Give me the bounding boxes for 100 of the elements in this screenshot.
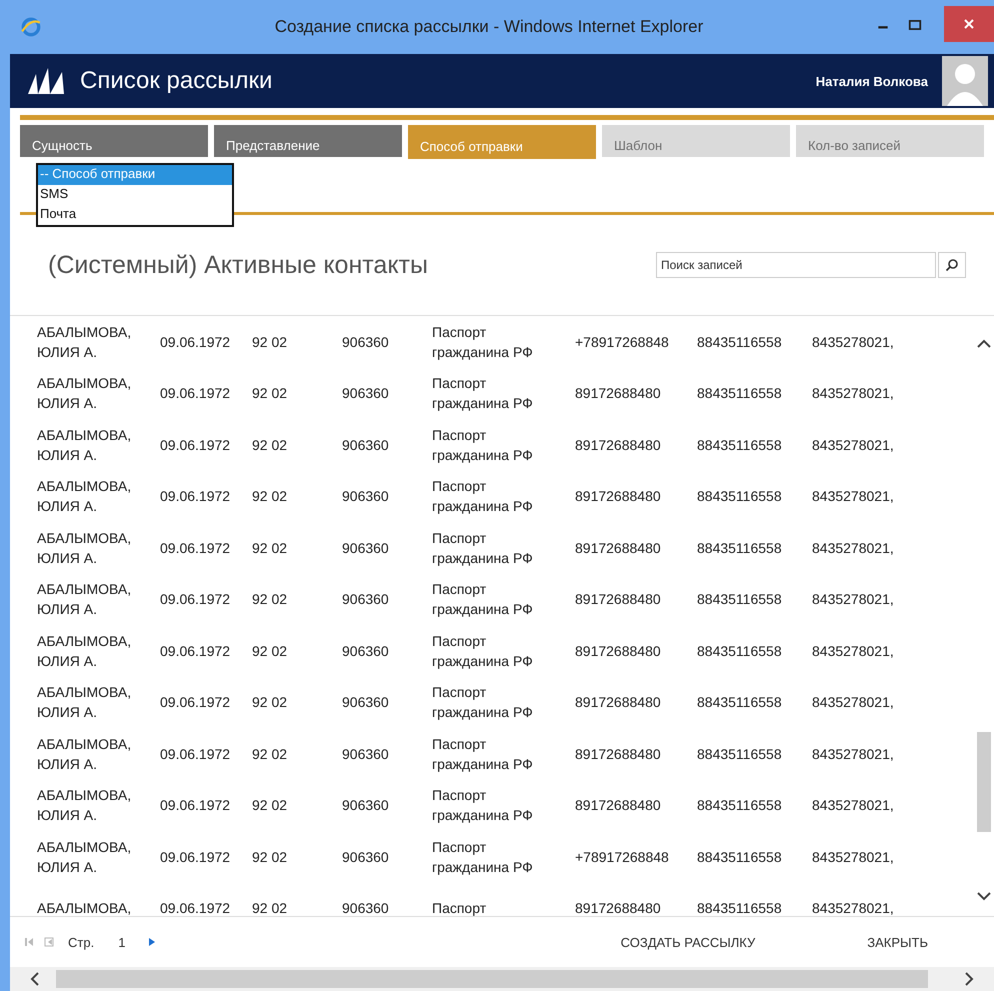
dropdown-list[interactable]: -- Способ отправки SMS Почта (36, 163, 234, 227)
table-cell-text: 88435116558 (697, 642, 783, 659)
table-cell-text: 09.06.1972 (160, 334, 232, 350)
table-cell-text: 89172688480 (575, 385, 662, 402)
table-cell-text: АБАЛЫМОВА, ЮЛИЯ А. (37, 786, 132, 826)
table-cell-text: 09.06.1972 (160, 797, 232, 814)
table-cell-text: 906360 (342, 694, 390, 710)
table-cell-text: Паспорт гражданина РФ (432, 734, 534, 774)
table-cell-text: Паспорт гражданина РФ (432, 683, 534, 722)
table-cell-text: 88435116558 (697, 900, 783, 916)
table-cell-text: 906360 (342, 334, 390, 350)
table-cell-text: 09.06.1972 (160, 848, 232, 865)
wizard-tab[interactable]: Представление (214, 125, 402, 157)
table-cell-text: АБАЛЫМОВА, (37, 899, 132, 916)
browser-icon (20, 16, 42, 38)
window-title: Создание списка рассылки - Windows Internet Explorer (274, 17, 704, 37)
table-cell-text: 89172688480 (575, 642, 662, 659)
table-cell-text: 92 02 (252, 334, 288, 350)
table-cell-text: 88435116558 (697, 334, 783, 350)
table-cell-text: 8435278021, (812, 746, 895, 762)
action-link[interactable]: СОЗДАТЬ РАССЫЛКУ (614, 934, 762, 950)
search-field[interactable]: Поиск записей (656, 252, 936, 278)
table-cell-text: АБАЛЫМОВА, ЮЛИЯ А. (37, 838, 132, 877)
scroll-up-icon[interactable] (977, 338, 991, 348)
scroll-thumb[interactable] (56, 970, 928, 988)
table-cell-text: 92 02 (252, 385, 288, 402)
table-cell-text: АБАЛЫМОВА, ЮЛИЯ А. (37, 580, 132, 620)
table-cell-text: 906360 (342, 385, 390, 402)
table-cell-text: 09.06.1972 (160, 385, 232, 402)
dropdown-option[interactable]: Почта (38, 205, 232, 225)
table-cell-text: 88435116558 (697, 746, 783, 762)
table-cell-text: 88435116558 (697, 591, 783, 608)
table-cell-text: 89172688480 (575, 900, 662, 916)
dropdown-option[interactable]: SMS (38, 185, 232, 205)
table-cell-text: 8435278021, (812, 900, 895, 916)
table-cell-text: 88435116558 (697, 848, 783, 865)
table-cell-text: 88435116558 (697, 385, 783, 402)
table-cell-text: АБАЛЫМОВА, ЮЛИЯ А. (37, 477, 132, 516)
search-button[interactable] (938, 252, 966, 278)
table-cell-text: 8435278021, (812, 848, 895, 865)
table-cell-text: 8435278021, (812, 488, 895, 504)
table-cell-text: 89172688480 (575, 540, 662, 556)
sail-logo-icon (26, 66, 66, 96)
table-cell-text: 8435278021, (812, 591, 895, 608)
table-cell-text: 92 02 (252, 848, 288, 865)
table-cell-text: 906360 (342, 591, 390, 608)
table-cell-text: 09.06.1972 (160, 746, 232, 762)
table-cell-text: Паспорт гражданина РФ (432, 632, 534, 671)
table-cell-text: 89172688480 (575, 694, 662, 710)
table-cell-text: 89172688480 (575, 746, 662, 762)
table-cell-text: АБАЛЫМОВА, ЮЛИЯ А. (37, 632, 132, 671)
search-icon (945, 258, 959, 272)
table-cell-text: 8435278021, (812, 540, 895, 556)
action-link[interactable]: ЗАКРЫТЬ (861, 934, 934, 950)
table-cell-text: АБАЛЫМОВА, ЮЛИЯ А. (37, 683, 132, 722)
table-cell-text: 89172688480 (575, 797, 662, 814)
table-cell-text: АБАЛЫМОВА, ЮЛИЯ А. (37, 374, 132, 414)
table-cell-text: Паспорт гражданина РФ (432, 528, 534, 568)
horizontal-scrollbar[interactable] (10, 967, 994, 991)
table-cell-text: 09.06.1972 (160, 694, 232, 710)
user-name[interactable]: Наталия Волкова (816, 74, 928, 88)
table-cell-text: 09.06.1972 (160, 488, 232, 504)
scroll-left-icon[interactable] (30, 972, 40, 986)
table-cell-text: АБАЛЫМОВА, ЮЛИЯ А. (37, 322, 132, 362)
table-cell-text: Паспорт гражданина РФ (432, 580, 534, 620)
view-title: (Системный) Активные контакты (48, 250, 429, 280)
table-cell-text: 8435278021, (812, 436, 895, 453)
table-cell-text: 906360 (342, 488, 390, 504)
table-cell-text: АБАЛЫМОВА, ЮЛИЯ А. (37, 426, 132, 465)
table-cell-text: 92 02 (252, 436, 288, 453)
table-cell-text: 906360 (342, 746, 390, 762)
table-cell-text: 906360 (342, 900, 390, 916)
table-cell-text: 906360 (342, 540, 390, 556)
table-cell-text: +78917268848 (575, 848, 670, 865)
scroll-down-icon[interactable] (977, 892, 991, 902)
table-cell-text: 8435278021, (812, 385, 895, 402)
table-cell-text: 906360 (342, 848, 390, 865)
table-cell-text: Паспорт гражданина РФ (432, 477, 534, 516)
maximize-icon[interactable] (908, 18, 922, 32)
close-button[interactable] (944, 6, 994, 42)
wizard-tab[interactable]: Сущность (20, 125, 208, 157)
table-cell-text: 92 02 (252, 591, 288, 608)
table-cell-text: 8435278021, (812, 334, 895, 350)
scroll-thumb[interactable] (977, 732, 991, 832)
app-title: Список рассылки (80, 67, 274, 95)
table-cell-text: 09.06.1972 (160, 900, 232, 916)
table-cell-text: Паспорт (432, 899, 488, 916)
table-cell-text: 88435116558 (697, 488, 783, 504)
table-cell-text: 8435278021, (812, 694, 895, 710)
next-page-icon[interactable] (147, 937, 158, 947)
table-cell-text: 8435278021, (812, 642, 895, 659)
table-cell-text: 92 02 (252, 540, 288, 556)
table-cell-text: 92 02 (252, 694, 288, 710)
table-cell-text: Паспорт гражданина РФ (432, 838, 534, 877)
scroll-right-icon[interactable] (964, 972, 974, 986)
table-cell-text: 88435116558 (697, 436, 783, 453)
table-cell-text: Паспорт гражданина РФ (432, 322, 534, 362)
table-cell-text: 92 02 (252, 900, 288, 916)
table-cell-text: 88435116558 (697, 694, 783, 710)
table-cell-text: 906360 (342, 642, 390, 659)
